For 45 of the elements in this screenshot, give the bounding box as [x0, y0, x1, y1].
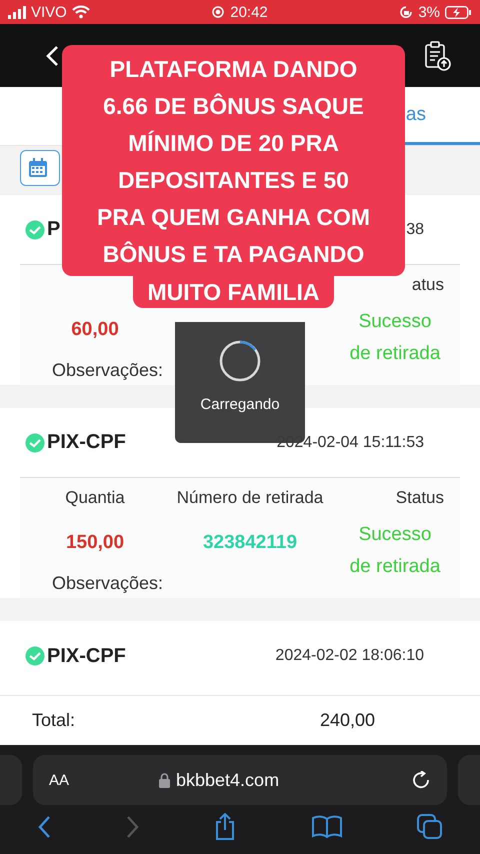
battery-icon: [445, 6, 472, 18]
amount: 60,00: [71, 319, 119, 341]
lock-icon: [159, 772, 170, 788]
wifi-icon: [72, 5, 90, 19]
share-icon[interactable]: [214, 813, 236, 840]
text-size-button[interactable]: AA: [49, 772, 159, 788]
address-bar[interactable]: AA bkbbet4.com: [33, 755, 447, 805]
book-icon[interactable]: [312, 814, 342, 839]
clock-time: 20:42: [230, 4, 268, 20]
url-text: bkbbet4.com: [176, 770, 280, 790]
loading-label: Carregando: [200, 396, 280, 413]
payment-method: PIX-CPF: [47, 431, 126, 454]
reload-icon[interactable]: [413, 771, 431, 789]
withdrawal-number: 323842119: [202, 532, 298, 554]
record-time: 2024-02-02 18:06:10: [275, 647, 424, 665]
column-header: Status: [396, 488, 444, 508]
date-field[interactable]: [20, 150, 60, 186]
back-icon[interactable]: [46, 44, 60, 66]
column-header: atus: [412, 275, 444, 295]
status-text: Sucesso de retirada: [349, 310, 441, 366]
rotation-lock-icon: [400, 6, 414, 18]
column-header: Quantia: [65, 488, 125, 508]
amount: 150,00: [66, 532, 124, 554]
remarks-label: Observações:: [52, 360, 164, 380]
check-circle-icon: [25, 432, 45, 452]
payment-method: PIX-CPF: [47, 644, 126, 668]
carrier-name: VIVO: [31, 4, 67, 20]
total-label: Total:: [32, 710, 76, 730]
tabs-icon[interactable]: [417, 814, 442, 839]
calendar-icon: [28, 158, 48, 178]
battery-percent: 3%: [418, 4, 440, 20]
clipboard-upload-icon[interactable]: [424, 40, 452, 70]
record-time: 38: [406, 220, 424, 238]
status-text: Sucesso de retirada: [349, 523, 441, 579]
check-circle-icon: [25, 220, 45, 240]
check-circle-icon: [25, 646, 45, 666]
signal-icon: [8, 6, 26, 18]
payment-method: P: [47, 218, 60, 241]
caption-text: PLATAFORMA DANDO 6.66 DE BÔNUS SAQUE MÍNIMO DE 20 PRA DEPOSITANTES E 50 PRA QUEM GANHA COM BÔNUS E TA PAGANDO: [62, 45, 405, 276]
loading-spinner-icon: [219, 340, 261, 382]
total-value: 240,00: [320, 710, 376, 731]
remarks-label: Observações:: [52, 573, 164, 593]
caption-text: MUITO FAMILIA: [133, 276, 334, 308]
column-header: Número de retirada: [176, 488, 324, 508]
record-icon: [212, 6, 224, 18]
